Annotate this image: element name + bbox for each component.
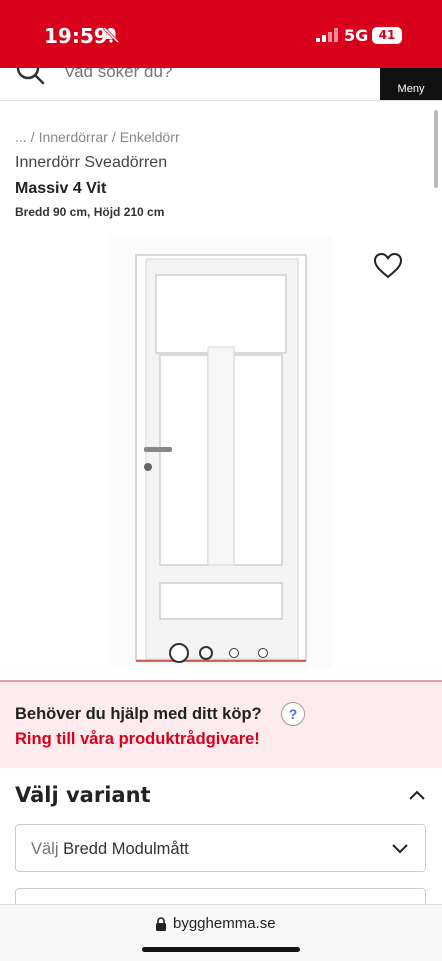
lock-icon [156,917,166,931]
carousel-dot[interactable] [258,648,268,658]
heart-icon[interactable] [372,250,404,280]
status-bar: 19:59 5G 41 [0,0,442,68]
carousel-dot[interactable] [229,648,239,658]
browser-address-bar[interactable]: bygghemma.se [0,904,442,961]
search-bar: Meny [0,68,442,101]
signal-icon [316,28,338,42]
chevron-down-icon [392,844,408,854]
product-image-door[interactable] [110,235,332,667]
variant-heading[interactable]: Välj variant [15,783,151,807]
breadcrumb-separator: / [111,129,116,145]
question-icon[interactable]: ? [281,702,305,726]
variant-select-text: Välj Bredd Modulmått [31,840,189,859]
bell-muted-icon [102,26,120,44]
help-title: Behöver du hjälp med ditt köp? [15,705,262,723]
breadcrumb-ellipsis[interactable]: ... [15,129,27,145]
variant-select-prefix: Välj [31,840,59,858]
carousel-dot[interactable] [169,643,189,663]
variant-select-value: Bredd Modulmått [63,840,189,858]
call-advisors-link[interactable]: Ring till våra produktrådgivare! [15,730,260,749]
breadcrumb-item-innerdorrar[interactable]: Innerdörrar [39,129,108,145]
product-dimensions: Bredd 90 cm, Höjd 210 cm [15,205,165,219]
search-input[interactable] [62,68,366,84]
status-time: 19:59 [44,24,108,48]
product-name: Massiv 4 Vit [15,180,107,197]
breadcrumb: ... / Innerdörrar / Enkeldörr [15,129,184,145]
network-label: 5G [344,26,369,45]
breadcrumb-separator: / [30,129,35,145]
carousel-dot[interactable] [199,646,213,660]
breadcrumb-item-enkeldorr[interactable]: Enkeldörr [120,129,180,145]
product-brand[interactable]: Innerdörr Sveadörren [15,154,167,172]
home-indicator[interactable] [142,947,300,952]
search-icon[interactable] [14,68,46,88]
variant-width-select[interactable]: Välj Bredd Modulmått [15,824,426,872]
battery-indicator: 41 [372,27,402,44]
scrollbar[interactable] [434,110,438,188]
url-text: bygghemma.se [173,915,276,932]
chevron-up-icon[interactable] [408,789,426,801]
menu-button[interactable]: Meny [380,68,442,100]
help-banner: Behöver du hjälp med ditt köp? ? Ring ti… [0,680,442,768]
